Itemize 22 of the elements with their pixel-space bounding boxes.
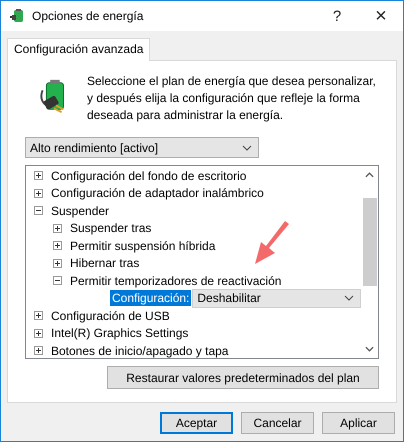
tree-item[interactable]: Botones de inicio/apagado y tapa [51,344,228,358]
description-text: Seleccione el plan de energía que desea personalizar, y después elija la configuración que refleje la forma deseada para administrar la energía. [87,73,377,124]
dialog-button[interactable]: Cancelar [241,412,314,434]
tree-item[interactable]: Suspender [51,204,110,218]
tree-item[interactable]: Intel(R) Graphics Settings [51,326,188,340]
dialog-button[interactable]: Aplicar [322,412,395,434]
tree-item[interactable]: Configuración del fondo de escritorio [51,168,246,183]
tree-item[interactable]: Configuración de adaptador inalámbrico [51,186,264,200]
close-button[interactable]: × [359,4,403,28]
plan-dropdown[interactable]: Alto rendimiento [activo] [25,137,259,158]
tree-item[interactable]: Suspender tras [70,221,152,236]
help-button[interactable]: ? [315,8,359,24]
tree-item[interactable]: Permitir temporizadores de reactivación [70,274,282,288]
dialog-button[interactable]: Aceptar [160,412,233,434]
setting-label: Configuración: [110,290,192,306]
tab[interactable]: Configuración avanzada [7,38,150,61]
restore-defaults-button[interactable]: Restaurar valores predeterminados del plan [107,366,379,389]
setting-dropdown[interactable]: Deshabilitar [192,288,361,308]
tree-item[interactable]: Permitir suspensión híbrida [70,238,216,253]
tree-item[interactable]: Hibernar tras [70,256,140,270]
window-title: Opciones de energía [32,9,144,23]
tree-item[interactable]: Configuración de USB [51,308,170,323]
